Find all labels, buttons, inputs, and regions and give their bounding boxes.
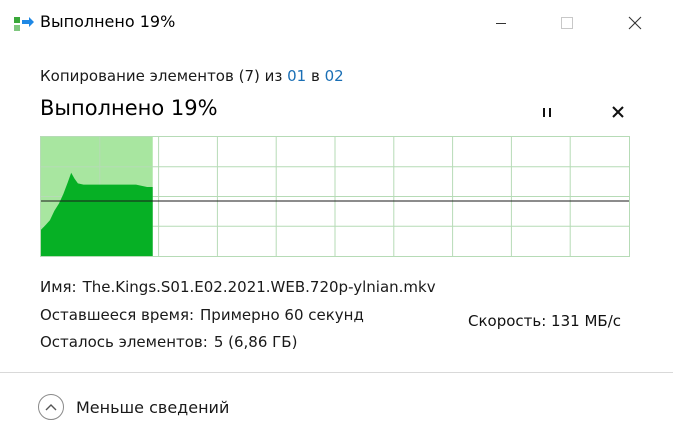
- name-value: The.Kings.S01.E02.2021.WEB.720p-ylnian.m…: [82, 278, 436, 296]
- maximize-icon: [561, 17, 573, 29]
- chevron-up-icon: [38, 394, 64, 420]
- speed-label: Скорость: 131 МБ/с: [466, 312, 623, 330]
- copy-files-icon: [13, 14, 35, 32]
- progress-title: Выполнено 19%: [40, 96, 218, 120]
- title-bar: Выполнено 19%: [0, 0, 673, 46]
- cancel-icon: [612, 106, 624, 118]
- pause-icon: [543, 108, 551, 117]
- pause-button[interactable]: [533, 98, 561, 126]
- transfer-speed-graph: Скорость: 131 МБ/с: [40, 136, 630, 330]
- destination-folder-link[interactable]: 02: [325, 67, 344, 85]
- maximize-button[interactable]: [544, 0, 590, 46]
- minimize-icon: [496, 23, 506, 24]
- speed-graph-canvas: [41, 137, 629, 256]
- close-window-button[interactable]: [612, 0, 658, 46]
- cancel-button[interactable]: [604, 98, 632, 126]
- items-remaining-label: Осталось элементов:: [40, 333, 208, 351]
- less-details-label: Меньше сведений: [76, 397, 230, 417]
- source-folder-link[interactable]: 01: [287, 67, 306, 85]
- detail-items-remaining: Осталось элементов: 5 (6,86 ГБ): [40, 333, 297, 351]
- close-icon: [628, 16, 642, 30]
- window-title: Выполнено 19%: [40, 12, 176, 31]
- operation-prefix: Копирование элементов (7) из: [40, 67, 283, 85]
- less-details-button[interactable]: Меньше сведений: [38, 394, 229, 420]
- detail-time-remaining: Оставшееся время: Примерно 60 секунд: [40, 306, 364, 324]
- time-remaining-value: Примерно 60 секунд: [200, 306, 364, 324]
- minimize-button[interactable]: [478, 0, 524, 46]
- operation-middle: в: [311, 67, 320, 85]
- time-remaining-label: Оставшееся время:: [40, 306, 195, 324]
- items-remaining-value: 5 (6,86 ГБ): [213, 333, 298, 351]
- operation-description: Копирование элементов (7) из 01 в 02: [40, 67, 344, 85]
- detail-name: Имя: The.Kings.S01.E02.2021.WEB.720p-ylni…: [40, 278, 436, 296]
- name-label: Имя:: [40, 278, 77, 296]
